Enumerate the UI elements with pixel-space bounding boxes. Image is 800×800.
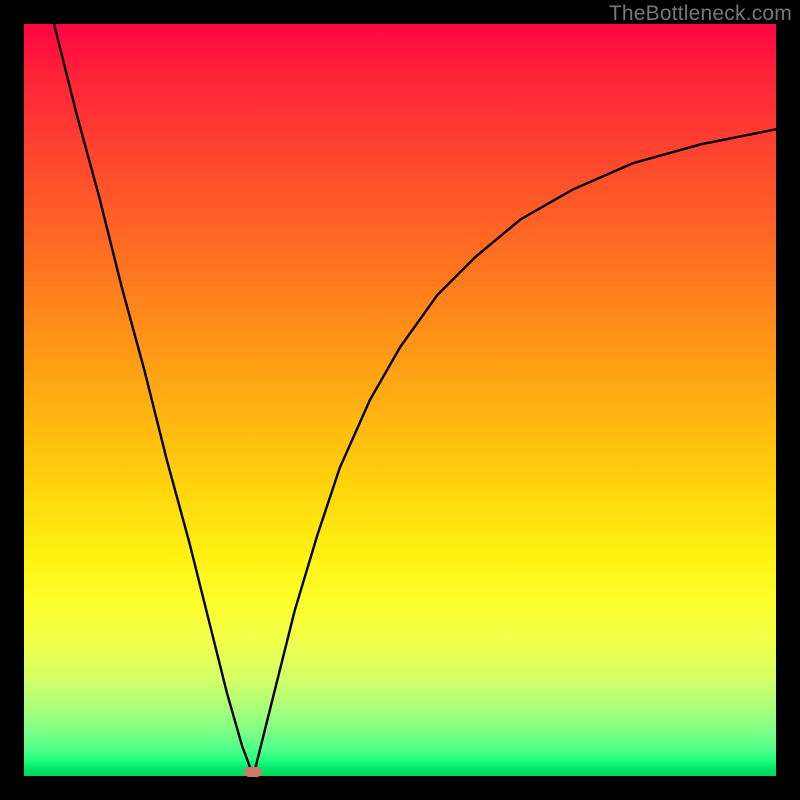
watermark-text: TheBottleneck.com bbox=[609, 2, 792, 26]
trough-marker bbox=[244, 767, 262, 777]
chart-background-gradient bbox=[24, 24, 776, 776]
chart-frame bbox=[24, 24, 776, 776]
